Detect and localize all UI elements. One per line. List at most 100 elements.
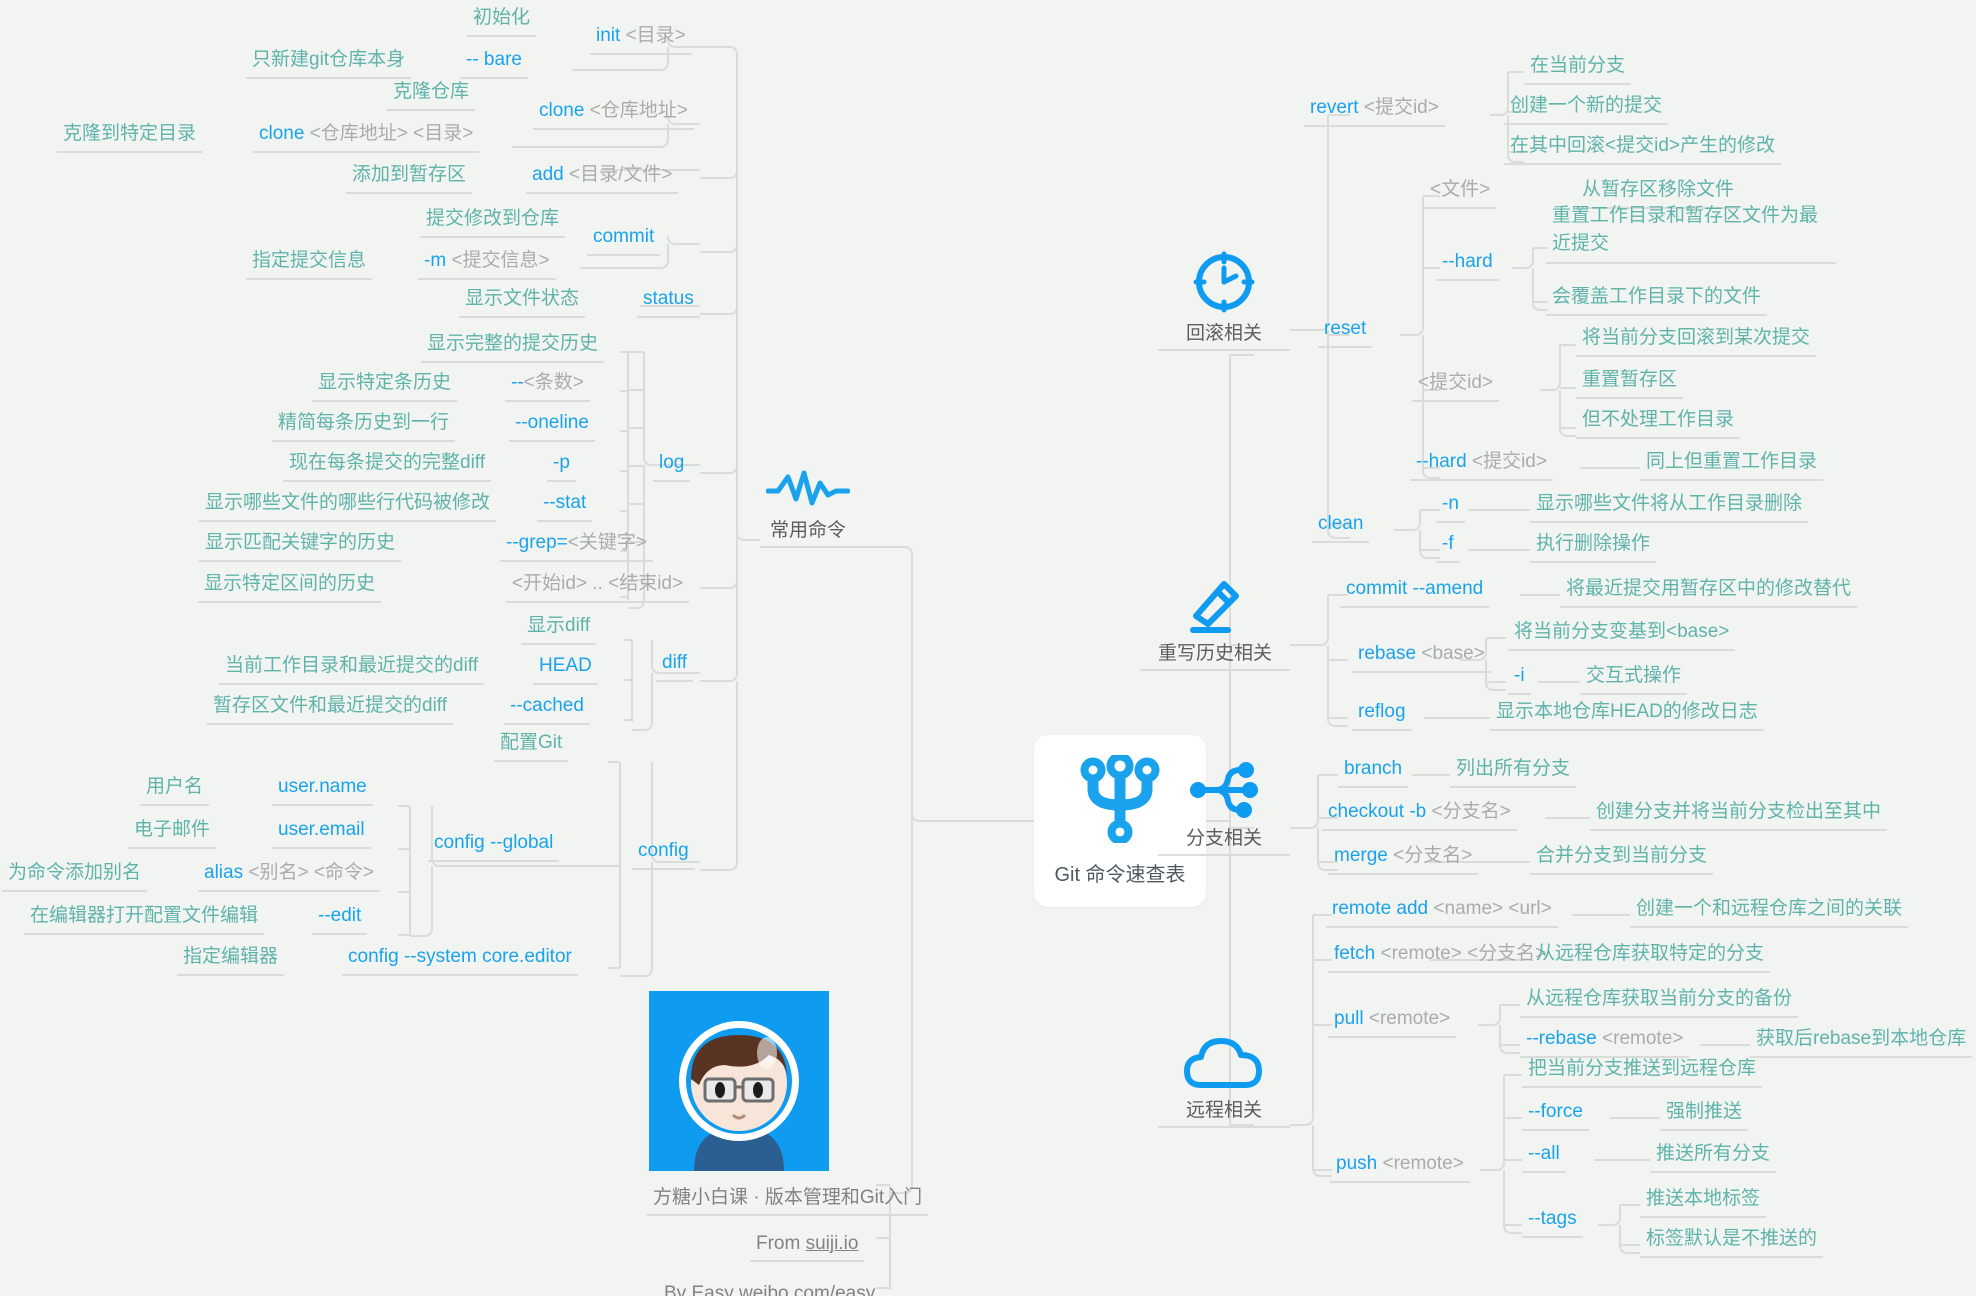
- node-config-global-cmd[interactable]: config --global: [428, 829, 560, 862]
- node-rebase-i-desc: 交互式操作: [1580, 662, 1688, 695]
- node-diff-head-desc: 当前工作目录和最近提交的diff: [219, 652, 485, 685]
- branch-hub-rewrite-label: 重写历史相关: [1157, 643, 1272, 664]
- node-clean-n-cmd[interactable]: -n: [1436, 490, 1465, 523]
- node-log-p-cmd[interactable]: -p: [547, 449, 576, 482]
- node-config-desc: 配置Git: [494, 729, 569, 762]
- node-push-tags-cmd[interactable]: --tags: [1522, 1205, 1583, 1238]
- node-user-email-desc: 电子邮件: [128, 816, 217, 849]
- node-log-stat-desc: 显示哪些文件的哪些行代码被修改: [199, 489, 497, 522]
- node-log-count-cmd[interactable]: --<条数>: [505, 369, 590, 402]
- node-commit-m-desc: 指定提交信息: [246, 247, 373, 280]
- node-pull-cmd[interactable]: pull <remote>: [1328, 1005, 1457, 1038]
- node-status-cmd[interactable]: status: [637, 285, 700, 318]
- node-config-cmd[interactable]: config: [632, 837, 695, 870]
- node-add-desc: 添加到暂存区: [346, 161, 473, 194]
- node-reset-id-d1: 将当前分支回滚到某次提交: [1576, 324, 1817, 357]
- node-fetch-cmd[interactable]: fetch <remote> <分支名>: [1328, 940, 1553, 973]
- node-push-desc: 把当前分支推送到远程仓库: [1522, 1055, 1763, 1088]
- node-log-range-desc: 显示特定区间的历史: [198, 570, 382, 603]
- node-add-cmd[interactable]: add <目录/文件>: [526, 161, 679, 194]
- clock-icon: [1192, 250, 1256, 314]
- node-log-p-desc: 现在每条提交的完整diff: [283, 449, 492, 482]
- node-push-tags-d1: 推送本地标签: [1640, 1185, 1767, 1218]
- node-reset-file-cmd[interactable]: <文件>: [1424, 176, 1497, 209]
- node-commit-cmd[interactable]: commit: [587, 223, 661, 256]
- node-log-range-cmd[interactable]: <开始id> .. <结束id>: [506, 570, 690, 603]
- node-diff-head-cmd[interactable]: HEAD: [533, 652, 598, 685]
- node-rebase-i-cmd[interactable]: -i: [1508, 662, 1531, 695]
- node-reset-hard-id-cmd[interactable]: --hard <提交id>: [1410, 448, 1553, 481]
- branch-hub-remote[interactable]: 远程相关: [1158, 1028, 1290, 1128]
- node-push-all-desc: 推送所有分支: [1650, 1140, 1777, 1173]
- node-reflog-cmd[interactable]: reflog: [1352, 698, 1412, 731]
- node-reset-id-d3: 但不处理工作目录: [1576, 406, 1741, 439]
- node-amend-cmd[interactable]: commit --amend: [1340, 575, 1490, 608]
- node-merge-desc: 合并分支到当前分支: [1530, 842, 1714, 875]
- node-revert-cmd[interactable]: revert <提交id>: [1304, 94, 1445, 127]
- node-diff-cached-desc: 暂存区文件和最近提交的diff: [207, 692, 454, 725]
- node-branch-cmd[interactable]: branch: [1338, 755, 1409, 788]
- node-pull-desc: 从远程仓库获取当前分支的备份: [1520, 985, 1799, 1018]
- node-diff-cached-cmd[interactable]: --cached: [504, 692, 590, 725]
- node-pull-rebase-desc: 获取后rebase到本地仓库: [1750, 1025, 1973, 1058]
- avatar: [649, 991, 829, 1171]
- node-rebase-desc: 将当前分支变基到<base>: [1508, 618, 1736, 651]
- node-diff-cmd[interactable]: diff: [656, 649, 694, 682]
- node-fetch-desc: 从远程仓库获取特定的分支: [1530, 940, 1771, 973]
- node-push-all-cmd[interactable]: --all: [1522, 1140, 1566, 1173]
- node-reset-hard-cmd[interactable]: --hard: [1436, 248, 1499, 281]
- node-commit-m-cmd[interactable]: -m <提交信息>: [418, 247, 556, 280]
- node-config-editor-desc: 指定编辑器: [177, 943, 285, 976]
- node-init-cmd[interactable]: init <目录>: [590, 22, 692, 55]
- node-branch-desc: 列出所有分支: [1450, 755, 1577, 788]
- branch-hub-rewrite[interactable]: 重写历史相关: [1140, 571, 1290, 671]
- node-log-grep-cmd[interactable]: --grep=<关键字>: [500, 529, 653, 562]
- branch-hub-remote-label: 远程相关: [1185, 1100, 1262, 1121]
- footer-course: 方糖小白课 · 版本管理和Git入门: [647, 1180, 929, 1216]
- node-init-bare-cmd[interactable]: -- bare: [460, 46, 528, 79]
- node-clean-f-cmd[interactable]: -f: [1436, 530, 1460, 563]
- share-network-icon: [1188, 761, 1260, 819]
- node-config-editor-cmd[interactable]: config --system core.editor: [342, 943, 578, 976]
- node-clone-dir-cmd[interactable]: clone <仓库地址> <目录>: [253, 120, 480, 153]
- node-user-name-desc: 用户名: [140, 773, 210, 806]
- node-clean-f-desc: 执行删除操作: [1530, 530, 1657, 563]
- node-config-edit-cmd[interactable]: --edit: [312, 902, 368, 935]
- node-log-oneline-cmd[interactable]: --oneline: [509, 409, 595, 442]
- node-log-oneline-desc: 精简每条历史到一行: [272, 409, 456, 442]
- branch-hub-rollback[interactable]: 回滚相关: [1158, 251, 1290, 351]
- node-checkout-cmd[interactable]: checkout -b <分支名>: [1322, 798, 1517, 831]
- branch-hub-common[interactable]: 常用命令: [760, 452, 856, 548]
- node-revert-d3: 在其中回滚<提交id>产生的修改: [1504, 132, 1781, 165]
- pulse-wave-icon: [765, 469, 851, 511]
- node-reset-id-cmd[interactable]: <提交id>: [1412, 369, 1499, 402]
- node-checkout-desc: 创建分支并将当前分支检出至其中: [1590, 798, 1888, 831]
- git-branch-icon: [1080, 752, 1160, 848]
- center-title: Git 命令速查表: [1054, 864, 1186, 886]
- node-push-cmd[interactable]: push <remote>: [1330, 1150, 1470, 1183]
- node-log-cmd[interactable]: log: [653, 449, 691, 482]
- node-user-email-cmd[interactable]: user.email: [272, 816, 371, 849]
- node-reflog-desc: 显示本地仓库HEAD的修改日志: [1490, 698, 1764, 731]
- node-alias-cmd[interactable]: alias <别名> <命令>: [198, 859, 381, 892]
- node-log-count-desc: 显示特定条历史: [312, 369, 458, 402]
- node-push-tags-d2: 标签默认是不推送的: [1640, 1225, 1824, 1258]
- node-reset-hard-d2: 会覆盖工作目录下的文件: [1546, 283, 1768, 316]
- footer-by[interactable]: By Easy weibo.com/easy: [658, 1281, 881, 1296]
- node-alias-desc: 为命令添加别名: [2, 859, 148, 892]
- branch-hub-common-label: 常用命令: [769, 520, 846, 541]
- node-merge-cmd[interactable]: merge <分支名>: [1328, 842, 1479, 875]
- node-reset-cmd[interactable]: reset: [1318, 315, 1373, 348]
- node-pull-rebase-cmd[interactable]: --rebase <remote>: [1520, 1025, 1690, 1058]
- node-clean-cmd[interactable]: clean: [1312, 510, 1370, 543]
- footer-from[interactable]: From suiji.io: [750, 1231, 865, 1262]
- node-init-desc: 初始化: [467, 4, 537, 37]
- node-push-force-cmd[interactable]: --force: [1522, 1098, 1589, 1131]
- node-status-desc: 显示文件状态: [459, 285, 586, 318]
- node-clone-cmd[interactable]: clone <仓库地址>: [533, 97, 694, 130]
- branch-hub-branching[interactable]: 分支相关: [1158, 760, 1290, 856]
- node-log-stat-cmd[interactable]: --stat: [537, 489, 593, 522]
- node-rebase-cmd[interactable]: rebase <base>: [1352, 640, 1491, 673]
- node-user-name-cmd[interactable]: user.name: [272, 773, 373, 806]
- node-remote-add-cmd[interactable]: remote add <name> <url>: [1326, 895, 1558, 928]
